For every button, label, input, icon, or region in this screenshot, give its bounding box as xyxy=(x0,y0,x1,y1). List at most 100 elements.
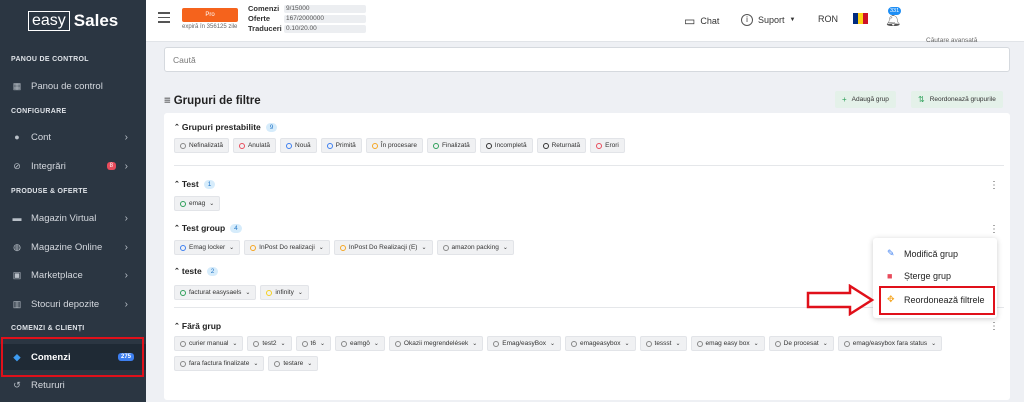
chevron-down-icon[interactable]: ⌄ xyxy=(503,244,508,251)
add-group-label: Adaugă grup xyxy=(851,96,889,103)
group-options-icon[interactable]: ⋮ xyxy=(989,180,999,191)
status-dot-icon xyxy=(571,340,577,347)
menu-delete-group[interactable]: ■ Șterge grup xyxy=(887,271,951,281)
sidebar-item-cont[interactable]: ● Cont › xyxy=(0,125,146,149)
filter-chip[interactable]: Incompletă xyxy=(479,138,533,153)
filter-chip[interactable]: t6 ⌄ xyxy=(295,336,331,351)
chevron-down-icon[interactable]: ⌄ xyxy=(209,200,214,207)
menu-edit-group[interactable]: ✎ Modifică grup xyxy=(887,248,958,259)
status-dot-icon xyxy=(485,142,492,149)
filter-chip[interactable]: emageasybox ⌄ xyxy=(565,336,636,351)
stat-label: Oferte xyxy=(248,14,271,23)
sidebar-item-magazin-virtual[interactable]: ▬ Magazin Virtual › xyxy=(0,206,146,230)
collapse-caret-icon: ⌃ xyxy=(174,225,180,232)
filter-chip[interactable]: emag/easybox fara status ⌄ xyxy=(837,336,943,351)
filter-chip[interactable]: Anulată xyxy=(232,138,277,153)
chevron-down-icon[interactable]: ⌄ xyxy=(624,340,629,347)
plus-icon: + xyxy=(842,95,847,104)
filter-chip[interactable]: testare ⌄ xyxy=(268,356,319,371)
reorder-groups-button[interactable]: ⇅ Reordonează grupurile xyxy=(911,91,1003,108)
filter-chip[interactable]: InPost Do realizacji ⌄ xyxy=(244,240,330,255)
chevron-down-icon[interactable]: ⌄ xyxy=(472,340,477,347)
chevron-down-icon[interactable]: ⌄ xyxy=(245,289,250,296)
chevron-down-icon[interactable]: ⌄ xyxy=(253,360,258,367)
sidebar-item-magazine-online[interactable]: ◍ Magazine Online › xyxy=(0,235,146,259)
filter-chip-label: Emag/easyBox xyxy=(502,340,546,347)
group-options-icon[interactable]: ⋮ xyxy=(989,224,999,235)
user-icon: ● xyxy=(14,132,20,142)
chevron-down-icon[interactable]: ⌄ xyxy=(550,340,555,347)
menu-toggle-icon[interactable] xyxy=(158,12,170,26)
filter-chip[interactable]: Returnată xyxy=(536,138,587,153)
filter-chip[interactable]: InPost Do Realizacji (E) ⌄ xyxy=(333,240,433,255)
chevron-down-icon[interactable]: ⌄ xyxy=(232,340,237,347)
chevron-down-icon[interactable]: ⌄ xyxy=(823,340,828,347)
filter-chip[interactable]: De procesat ⌄ xyxy=(768,336,834,351)
notifications-button[interactable]: 🔔︎ 331 xyxy=(885,7,902,28)
sidebar-item-integrari[interactable]: ⊘ Integrări 8 › xyxy=(0,154,146,178)
currency-selector[interactable]: RON xyxy=(818,14,838,24)
filter-chip[interactable]: tessst ⌄ xyxy=(639,336,687,351)
group-title[interactable]: ⌃ Test group 4 xyxy=(174,223,242,233)
add-group-button[interactable]: + Adaugă grup xyxy=(835,91,896,108)
group-options-icon[interactable]: ⋮ xyxy=(989,321,999,332)
chevron-down-icon[interactable]: ⌄ xyxy=(281,340,286,347)
filter-chip[interactable]: Emag/easyBox ⌄ xyxy=(487,336,561,351)
filter-chip-label: emageasybox xyxy=(580,340,621,347)
plan-badge[interactable]: Pro xyxy=(182,8,238,22)
filter-chip[interactable]: facturat easysaels ⌄ xyxy=(174,285,257,300)
filter-chip[interactable]: amazon packing ⌄ xyxy=(436,240,514,255)
group-title[interactable]: ⌃ teste 2 xyxy=(174,266,219,276)
chevron-down-icon[interactable]: ⌄ xyxy=(421,244,426,251)
filter-chip[interactable]: Nefinalizată xyxy=(174,138,229,153)
filter-chip[interactable]: Okazii megrendelések ⌄ xyxy=(388,336,484,351)
group-title[interactable]: ⌃ Fără grup xyxy=(174,321,221,331)
filter-chip[interactable]: infinity ⌄ xyxy=(260,285,309,300)
chevron-down-icon[interactable]: ⌄ xyxy=(931,340,936,347)
logo[interactable]: easy Sales xyxy=(0,0,146,42)
filter-chip[interactable]: emag ⌄ xyxy=(174,196,221,211)
support-dropdown[interactable]: i Suport ▼ xyxy=(741,14,795,26)
chevron-down-icon[interactable]: ⌄ xyxy=(374,340,379,347)
sidebar-item-marketplace[interactable]: ▣ Marketplace › xyxy=(0,263,146,287)
sidebar-item-label: Marketplace xyxy=(31,269,83,281)
chip-row-fara-grup: curier manual ⌄ test2 ⌄ t6 ⌄ eamgô ⌄ Okazii megr… xyxy=(174,336,1004,371)
filter-chip[interactable]: În procesare xyxy=(365,138,423,153)
chevron-down-icon[interactable]: ⌄ xyxy=(676,340,681,347)
chevron-right-icon: › xyxy=(124,269,128,281)
status-dot-icon xyxy=(180,289,186,296)
filter-chip[interactable]: emag easy box ⌄ xyxy=(690,336,765,351)
chat-button[interactable]: ▭ Chat xyxy=(684,14,719,28)
search-input[interactable]: Caută xyxy=(164,47,1010,72)
group-name: Fără grup xyxy=(181,321,222,331)
section-produse: PRODUSE & OFERTE xyxy=(11,188,88,195)
romania-flag-icon[interactable] xyxy=(853,13,868,24)
chevron-down-icon[interactable]: ⌄ xyxy=(320,340,325,347)
filter-chip[interactable]: Emag locker ⌄ xyxy=(174,240,241,255)
filter-chip[interactable]: Primită xyxy=(320,138,362,153)
filter-chip[interactable]: Finalizată xyxy=(426,138,476,153)
chevron-down-icon[interactable]: ⌄ xyxy=(307,360,312,367)
filter-chip[interactable]: curier manual ⌄ xyxy=(174,336,244,351)
chevron-down-icon[interactable]: ⌄ xyxy=(319,244,324,251)
chevron-down-icon[interactable]: ⌄ xyxy=(229,244,234,251)
filter-chip[interactable]: test2 ⌄ xyxy=(247,336,292,351)
sidebar-item-stocuri[interactable]: ▥ Stocuri depozite › xyxy=(0,292,146,316)
chevron-down-icon[interactable]: ⌄ xyxy=(298,289,303,296)
chevron-down-icon[interactable]: ⌄ xyxy=(754,340,759,347)
status-dot-icon xyxy=(341,340,347,347)
filter-chip[interactable]: Erori xyxy=(590,138,625,153)
filter-chip[interactable]: eamgô ⌄ xyxy=(335,336,385,351)
group-title[interactable]: ⌃ Test 1 xyxy=(174,179,216,189)
group-title[interactable]: ⌃ Grupuri prestabilite 9 xyxy=(174,122,278,132)
filter-chip-label: emag xyxy=(189,200,206,207)
filter-chip[interactable]: Nouă xyxy=(280,138,317,153)
filter-chip-label: InPost Do Realizacji (E) xyxy=(348,244,418,251)
sidebar-item-label: Stocuri depozite xyxy=(31,298,100,310)
advanced-search-toggle[interactable]: Căutare avansată xyxy=(926,37,977,44)
reorder-groups-label: Reordonează grupurile xyxy=(929,96,996,103)
sidebar-item-panou[interactable]: ▦ Panou de control xyxy=(0,74,146,98)
filter-chip[interactable]: fara factura finalizate ⌄ xyxy=(174,356,265,371)
dashboard-icon: ▦ xyxy=(12,80,22,91)
integrari-badge: 8 xyxy=(106,162,116,170)
